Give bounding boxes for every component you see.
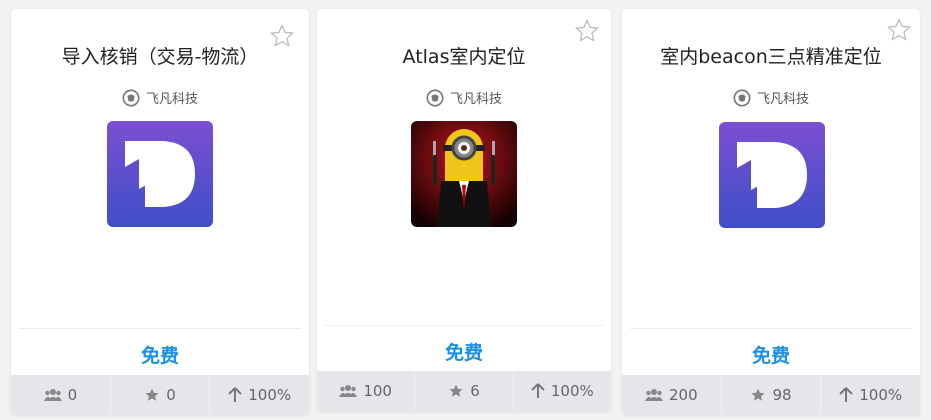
stars-stat: 98 [722, 375, 822, 415]
users-icon [645, 389, 664, 401]
stars-count: 98 [772, 386, 792, 404]
users-stat: 0 [11, 375, 111, 415]
users-icon [43, 389, 62, 401]
star-filled-icon [145, 388, 159, 401]
card-stats-bar: 200 98 100% [622, 375, 920, 415]
star-filled-icon [751, 388, 765, 401]
stars-count: 0 [166, 386, 176, 404]
vendor-avatar-icon [122, 89, 140, 106]
price-label: 免费 [444, 342, 483, 364]
uptime-stat: 100% [514, 371, 611, 411]
uptime-value: 100% [859, 386, 903, 404]
stars-count: 6 [470, 382, 480, 400]
dash-d-logo[interactable] [719, 122, 825, 228]
arrow-up-icon [839, 387, 853, 402]
price-label: 免费 [751, 345, 790, 367]
stars-stat: 6 [415, 371, 514, 411]
users-count: 100 [363, 382, 392, 400]
minion-agent-logo[interactable] [411, 121, 517, 227]
uptime-stat: 100% [821, 375, 920, 415]
vendor-name: 飞凡科技 [145, 92, 198, 107]
star-outline-icon[interactable] [886, 17, 912, 43]
card-divider [19, 328, 301, 329]
price-label: 免费 [140, 345, 179, 367]
app-title[interactable]: Atlas室内定位 [317, 42, 611, 69]
vendor-name: 飞凡科技 [756, 92, 809, 107]
vendor-avatar-icon [733, 89, 751, 106]
dash-d-logo[interactable] [107, 121, 213, 227]
star-filled-icon [449, 384, 463, 397]
star-outline-icon[interactable] [574, 18, 600, 44]
vendor-row[interactable]: 飞凡科技 [11, 88, 309, 107]
card-divider [630, 328, 912, 329]
uptime-value: 100% [550, 382, 594, 400]
uptime-stat: 100% [210, 375, 309, 415]
users-stat: 200 [622, 375, 722, 415]
users-stat: 100 [317, 371, 416, 411]
app-title[interactable]: 室内beacon三点精准定位 [622, 42, 920, 69]
card-stats-bar: 100 6 100% [317, 371, 611, 411]
app-card[interactable]: 室内beacon三点精准定位 飞凡科技 免费 200 98 100% [622, 9, 920, 415]
vendor-row[interactable]: 飞凡科技 [622, 88, 920, 107]
stars-stat: 0 [111, 375, 211, 415]
vendor-avatar-icon [426, 89, 444, 106]
users-icon [339, 385, 358, 397]
users-count: 200 [669, 386, 698, 404]
app-card[interactable]: Atlas室内定位 飞凡科技 免费 100 6 100% [317, 9, 611, 411]
users-count: 0 [67, 386, 78, 404]
vendor-row[interactable]: 飞凡科技 [317, 88, 611, 107]
card-divider [325, 325, 603, 326]
arrow-up-icon [531, 383, 545, 398]
vendor-name: 飞凡科技 [449, 92, 502, 107]
uptime-value: 100% [248, 386, 292, 404]
arrow-up-icon [228, 387, 242, 402]
app-title[interactable]: 导入核销（交易-物流） [11, 42, 309, 69]
app-card[interactable]: 导入核销（交易-物流） 飞凡科技 免费 0 0 100% [11, 9, 309, 415]
card-stats-bar: 0 0 100% [11, 375, 309, 415]
